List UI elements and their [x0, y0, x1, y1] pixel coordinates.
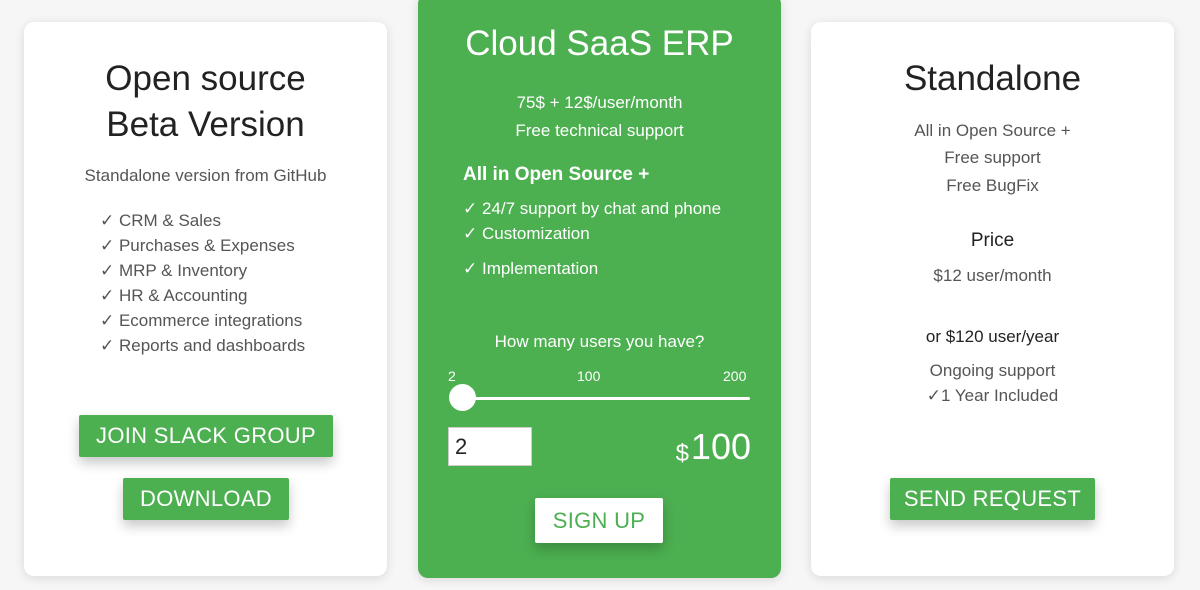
users-count-input[interactable] [448, 427, 532, 466]
price-label: Price [970, 230, 1015, 251]
cloud-title: Cloud SaaS ERP [465, 24, 734, 63]
feature-item: ✓ CRM & Sales [100, 211, 221, 230]
cloud-price-line: 75$ + 12$/user/month [516, 93, 683, 112]
total-price: $100 [676, 426, 751, 468]
standalone-title: Standalone [903, 59, 1082, 98]
download-button[interactable]: DOWNLOAD [123, 478, 289, 520]
feature-item: ✓ Implementation [463, 259, 599, 278]
feature-item: ✓ HR & Accounting [100, 286, 248, 305]
open-source-subtitle: Standalone version from GitHub [84, 166, 327, 185]
standalone-line2: Free support [944, 148, 1041, 167]
price-per-month: $12 user/month [933, 266, 1052, 285]
feature-item: ✓ Reports and dashboards [100, 336, 306, 355]
users-question: How many users you have? [494, 332, 705, 351]
standalone-line1: All in Open Source + [914, 121, 1071, 140]
currency-symbol: $ [675, 440, 689, 467]
feature-item: ✓ MRP & Inventory [100, 261, 248, 280]
feature-item: ✓ Purchases & Expenses [100, 236, 295, 255]
users-slider-track[interactable] [462, 397, 750, 400]
send-request-button[interactable]: SEND REQUEST [890, 478, 1095, 520]
slider-mid-label: 100 [577, 368, 601, 384]
feature-item: ✓ 24/7 support by chat and phone [463, 199, 722, 218]
open-source-title-line1: Open source [105, 59, 306, 98]
cloud-feature-list: ✓ 24/7 support by chat and phone ✓ Custo… [463, 199, 721, 279]
open-source-title: Open source Beta Version [24, 56, 387, 148]
cloud-support-line: Free technical support [515, 121, 684, 140]
open-source-title-line2: Beta Version [106, 105, 305, 144]
standalone-card: Standalone All in Open Source + Free sup… [811, 22, 1174, 576]
users-slider-thumb[interactable] [449, 384, 476, 411]
feature-item: ✓ Customization [463, 224, 590, 243]
ongoing-support: Ongoing support [929, 361, 1056, 380]
cloud-saas-card: Cloud SaaS ERP 75$ + 12$/user/month Free… [418, 0, 781, 578]
cloud-features-heading: All in Open Source + [463, 164, 650, 185]
feature-item: ✓ Ecommerce integrations [100, 311, 303, 330]
slider-max-label: 200 [723, 368, 747, 384]
year-included: ✓1 Year Included [926, 386, 1059, 405]
sign-up-button[interactable]: SIGN UP [535, 498, 663, 543]
standalone-line3: Free BugFix [946, 176, 1039, 195]
total-amount: 100 [690, 426, 751, 467]
open-source-card: Open source Beta Version Standalone vers… [24, 22, 387, 576]
price-per-year: or $120 user/year [925, 327, 1060, 346]
open-source-feature-list: ✓ CRM & Sales ✓ Purchases & Expenses ✓ M… [100, 208, 305, 358]
join-slack-button[interactable]: JOIN SLACK GROUP [79, 415, 333, 457]
slider-min-label: 2 [448, 368, 456, 384]
